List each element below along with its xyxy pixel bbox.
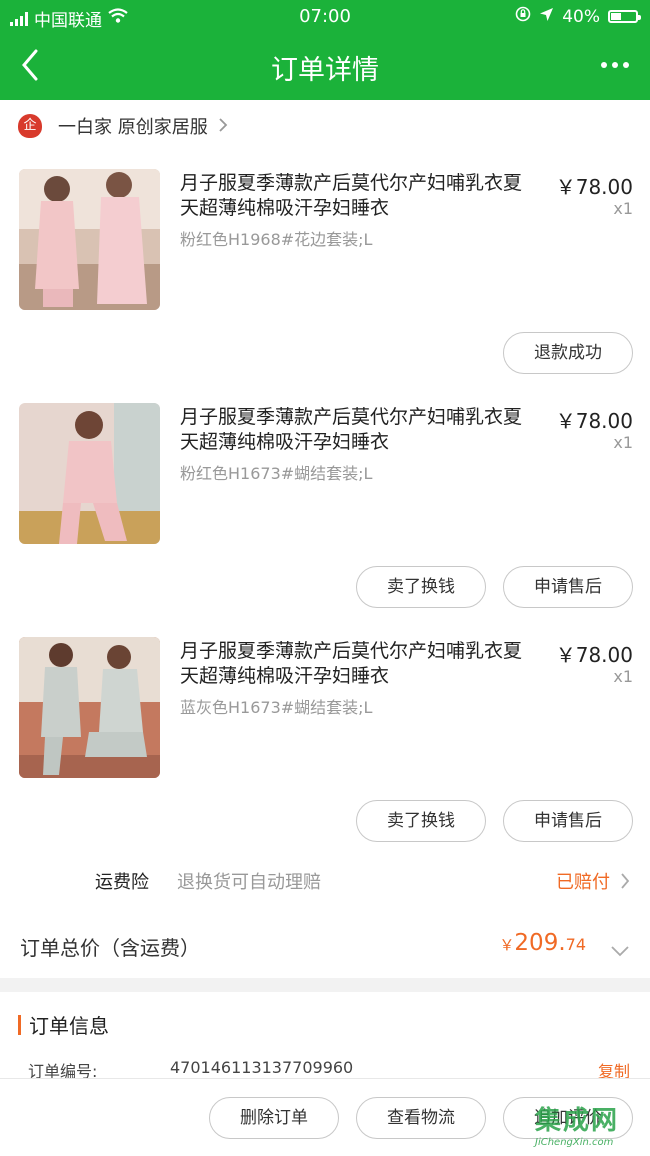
chevron-right-icon xyxy=(620,872,630,895)
rotation-lock-icon xyxy=(515,6,531,27)
watermark-url: JiChengXin.com xyxy=(535,1137,614,1148)
watermark-logo: 集成网 JiChengXin.com xyxy=(535,1100,640,1150)
view-logistics-button[interactable]: 查看物流 xyxy=(356,1097,486,1139)
order-item: 月子服夏季薄款产后莫代尔产妇哺乳衣夏天超薄纯棉吸汗孕妇睡衣 粉红色H1968#花… xyxy=(0,169,650,403)
heading-accent-bar xyxy=(18,1014,21,1035)
insurance-status: 已赔付 xyxy=(556,872,610,893)
shop-logo-icon: 企 xyxy=(18,114,42,138)
total-amount: ￥209.74 xyxy=(499,930,586,956)
total-label: 订单总价（含运费） xyxy=(20,936,200,960)
status-bar: 中国联通 07:00 40% xyxy=(0,0,650,34)
order-number-value: 470146113137709960 xyxy=(170,1058,354,1077)
product-quantity: x1 xyxy=(613,433,633,452)
shop-row[interactable]: 企 一白家 原创家居服 xyxy=(18,112,228,140)
navbar: 订单详情 xyxy=(0,34,650,100)
product-quantity: x1 xyxy=(613,667,633,686)
page-title: 订单详情 xyxy=(271,55,379,86)
product-price: ￥78.00 xyxy=(555,175,633,199)
product-image[interactable] xyxy=(19,637,160,778)
after-sale-button[interactable]: 申请售后 xyxy=(503,800,633,842)
battery-icon xyxy=(608,10,641,23)
product-title[interactable]: 月子服夏季薄款产后莫代尔产妇哺乳衣夏天超薄纯棉吸汗孕妇睡衣 xyxy=(180,639,540,689)
shop-name: 一白家 原创家居服 xyxy=(58,117,208,138)
order-item: 月子服夏季薄款产后莫代尔产妇哺乳衣夏天超薄纯棉吸汗孕妇睡衣 蓝灰色H1673#蝴… xyxy=(0,637,650,871)
order-info-heading: 订单信息 xyxy=(18,1010,109,1039)
product-title[interactable]: 月子服夏季薄款产后莫代尔产妇哺乳衣夏天超薄纯棉吸汗孕妇睡衣 xyxy=(180,405,540,455)
shipping-insurance-row[interactable]: 运费险 退换货可自动理赔 已赔付 xyxy=(0,862,650,900)
more-button[interactable] xyxy=(600,48,630,89)
product-title[interactable]: 月子服夏季薄款产后莫代尔产妇哺乳衣夏天超薄纯棉吸汗孕妇睡衣 xyxy=(180,171,540,221)
order-info-title: 订单信息 xyxy=(29,1014,109,1038)
watermark-text: 集成网 xyxy=(535,1106,620,1136)
status-right: 40% xyxy=(515,6,641,27)
resell-button[interactable]: 卖了换钱 xyxy=(356,566,486,608)
chevron-right-icon xyxy=(218,114,228,138)
location-arrow-icon xyxy=(539,7,554,27)
refund-success-button[interactable]: 退款成功 xyxy=(503,332,633,374)
product-spec: 粉红色H1968#花边套装;L xyxy=(180,230,373,249)
total-decimal: 74 xyxy=(565,935,586,954)
total-currency: ￥ xyxy=(499,936,515,954)
battery-percent: 40% xyxy=(562,6,600,27)
order-item: 月子服夏季薄款产后莫代尔产妇哺乳衣夏天超薄纯棉吸汗孕妇睡衣 粉红色H1673#蝴… xyxy=(0,403,650,637)
resell-button[interactable]: 卖了换钱 xyxy=(356,800,486,842)
product-spec: 粉红色H1673#蝴结套装;L xyxy=(180,464,373,483)
product-price: ￥78.00 xyxy=(555,409,633,433)
product-image[interactable] xyxy=(19,169,160,310)
order-total-row[interactable]: 订单总价（含运费） ￥209.74 xyxy=(0,920,650,970)
section-divider xyxy=(0,978,650,992)
insurance-label: 运费险 xyxy=(95,872,149,893)
more-dots-icon xyxy=(601,62,629,68)
total-integer: 209. xyxy=(514,930,566,956)
chevron-down-icon[interactable] xyxy=(610,938,630,962)
delete-order-button[interactable]: 删除订单 xyxy=(209,1097,339,1139)
product-image[interactable] xyxy=(19,403,160,544)
product-quantity: x1 xyxy=(613,199,633,218)
after-sale-button[interactable]: 申请售后 xyxy=(503,566,633,608)
product-spec: 蓝灰色H1673#蝴结套装;L xyxy=(180,698,373,717)
product-price: ￥78.00 xyxy=(555,643,633,667)
insurance-desc: 退换货可自动理赔 xyxy=(177,872,321,893)
